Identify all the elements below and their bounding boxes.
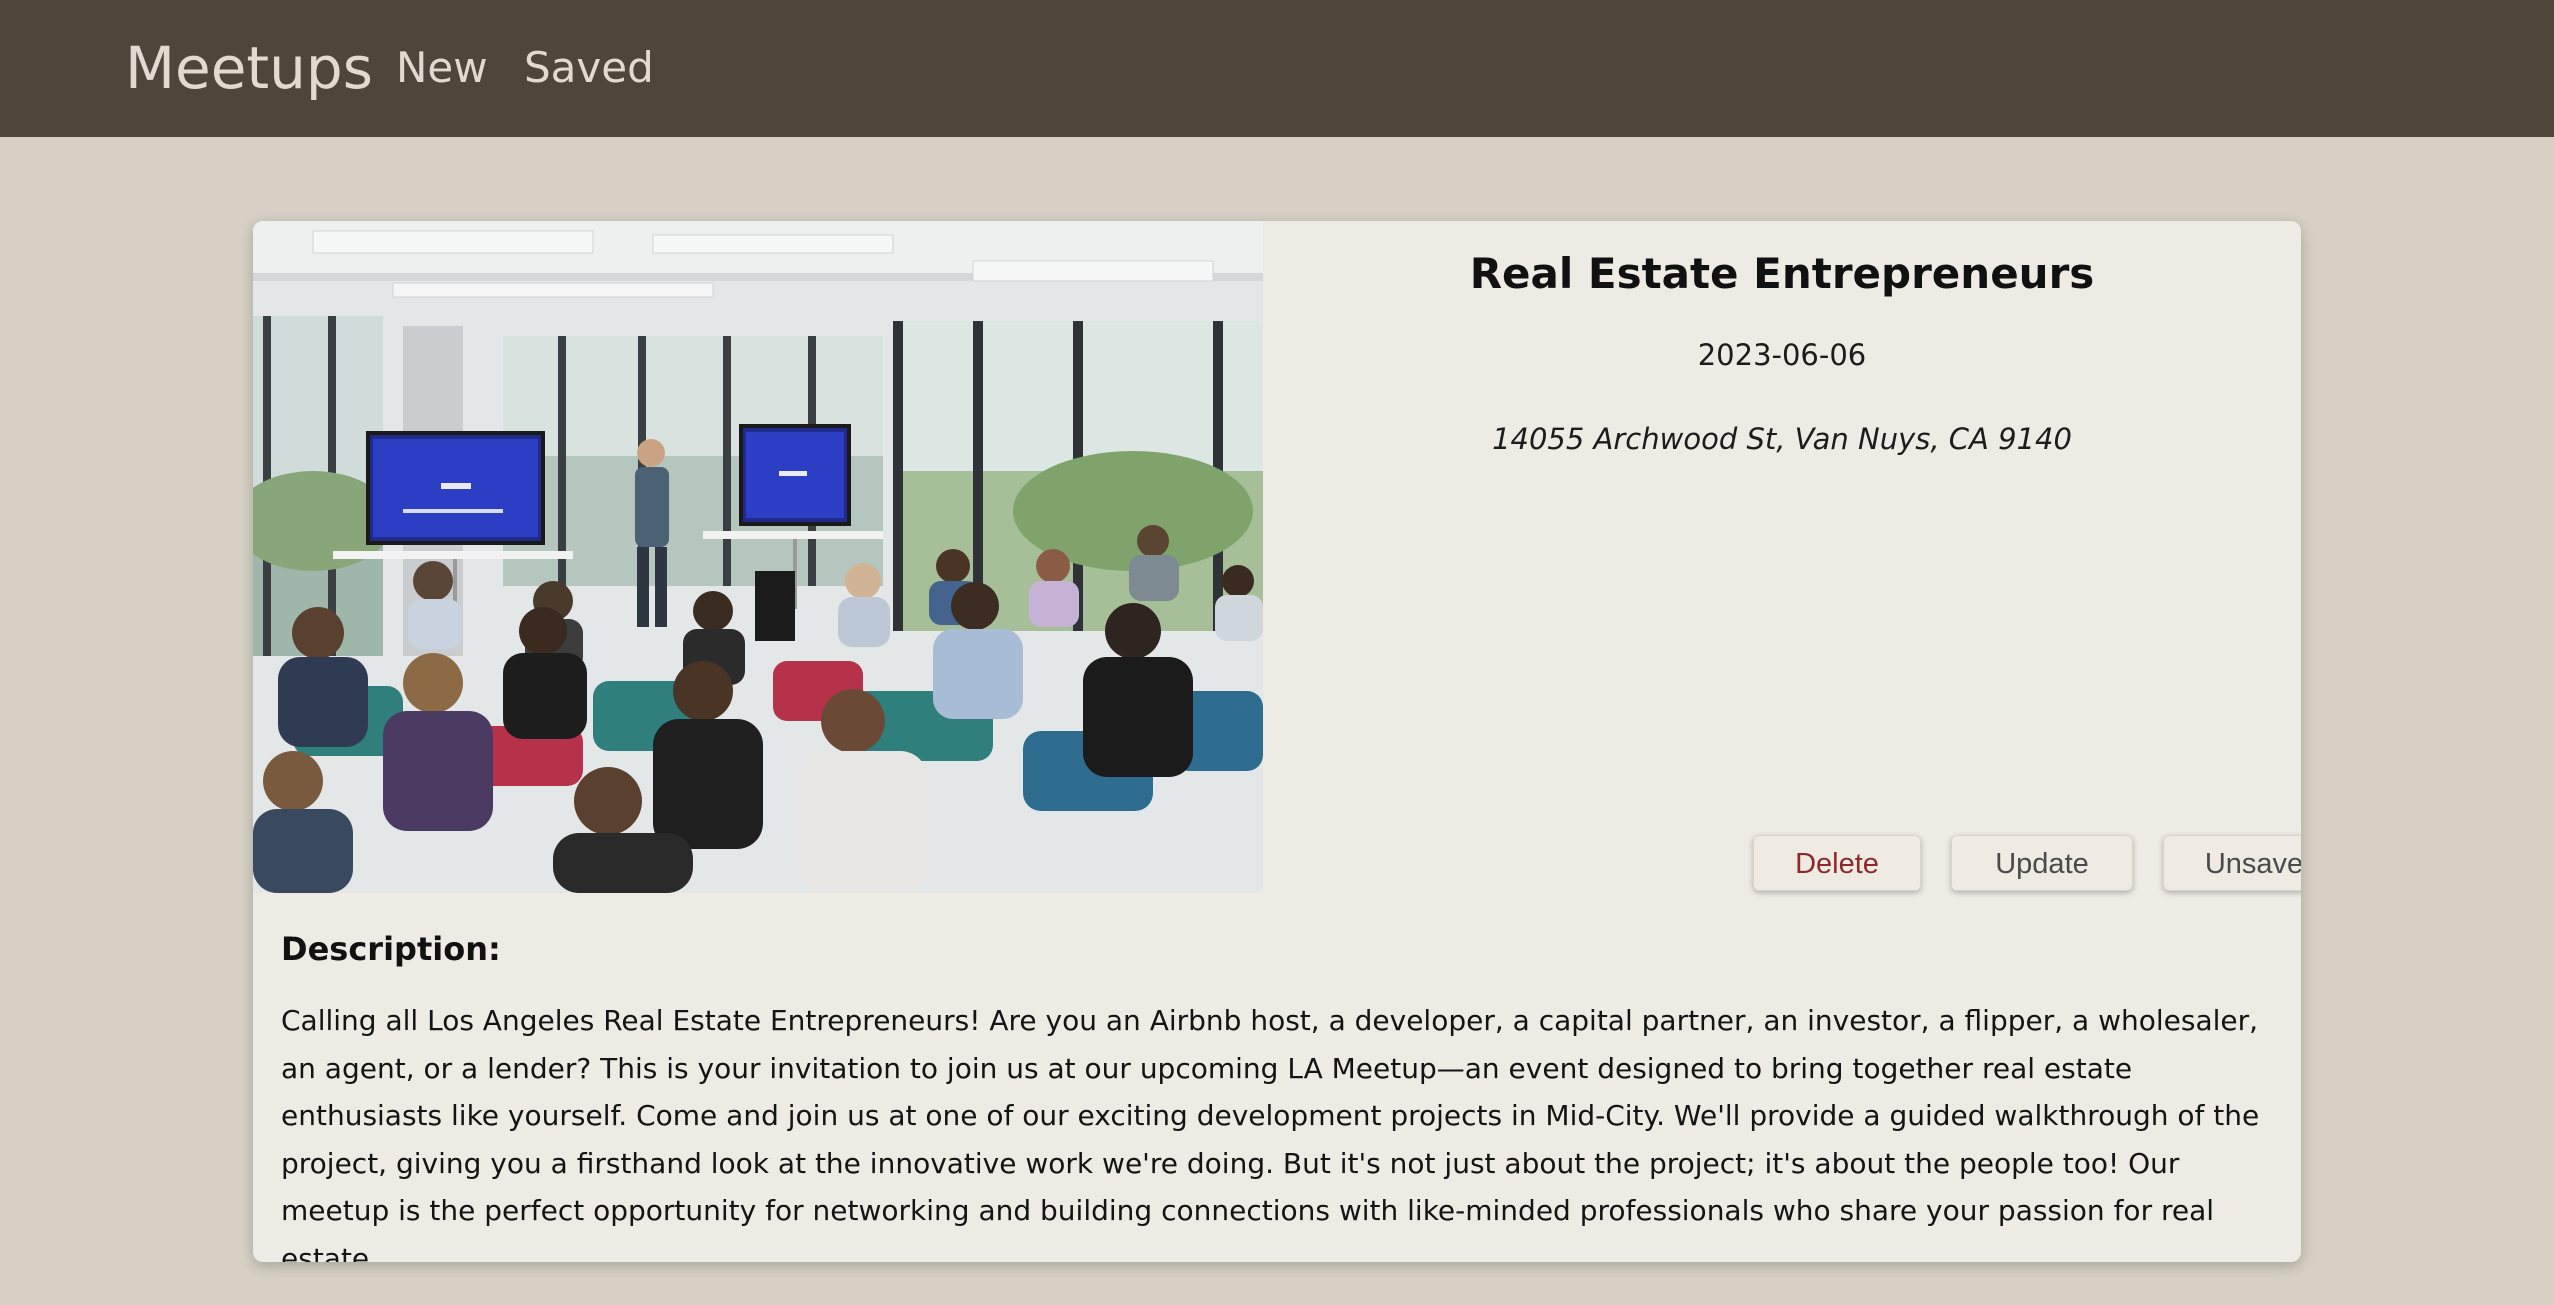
update-button[interactable]: Update <box>1951 835 2133 891</box>
meetup-detail-card: Real Estate Entrepreneurs 2023-06-06 140… <box>253 221 2301 1262</box>
description-text: Calling all Los Angeles Real Estate Entr… <box>281 1004 2260 1262</box>
meetup-info-panel: Real Estate Entrepreneurs 2023-06-06 140… <box>1263 221 2301 893</box>
description-heading: Description: <box>281 930 501 968</box>
nav-link-new[interactable]: New <box>396 36 488 100</box>
meetup-date: 2023-06-06 <box>1697 338 1867 372</box>
meetup-address: 14055 Archwood St, Van Nuys, CA 9140 <box>1492 422 2072 456</box>
delete-button[interactable]: Delete <box>1753 835 1921 891</box>
meetup-title: Real Estate Entrepreneurs <box>1469 249 2095 298</box>
nav-link-saved[interactable]: Saved <box>524 36 654 100</box>
top-navbar: Meetups New Saved <box>0 0 2554 137</box>
unsave-button[interactable]: Unsave <box>2163 835 2301 891</box>
meetup-photo <box>253 221 1263 893</box>
brand-logo-link[interactable]: Meetups <box>125 26 373 110</box>
